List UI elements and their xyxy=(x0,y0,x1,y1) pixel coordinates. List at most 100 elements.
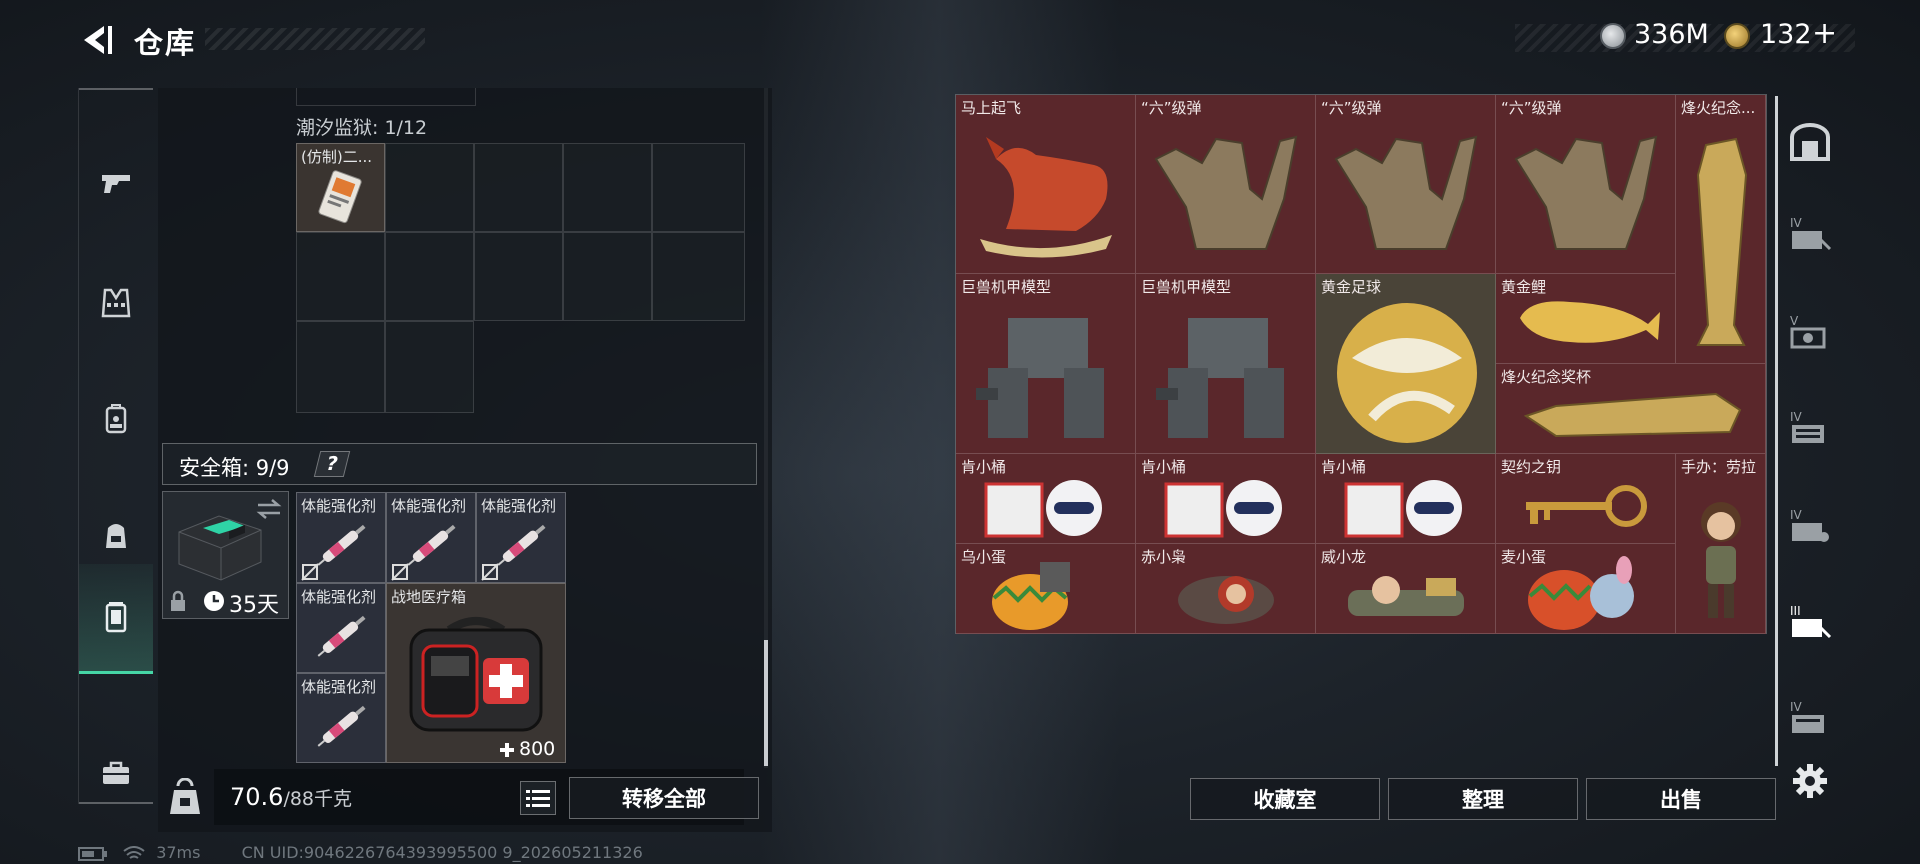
grid-cell[interactable] xyxy=(385,321,474,413)
collection-room-button[interactable]: 收藏室 xyxy=(1190,778,1380,820)
grid-cell[interactable] xyxy=(474,232,563,321)
safe-box-card[interactable]: 35天 xyxy=(162,491,289,619)
collection-item[interactable]: “六”级弹 xyxy=(1316,95,1496,274)
prison-item-card[interactable]: (仿制)二... xyxy=(296,143,385,232)
sidebar-item-armor[interactable] xyxy=(79,248,153,358)
egg-figure-icon xyxy=(992,562,1070,630)
grid-cell[interactable] xyxy=(652,232,745,321)
collection-item[interactable]: 麦小蛋 xyxy=(1496,544,1676,634)
syringe-icon xyxy=(317,615,366,657)
item-name: 手办：劳拉 xyxy=(1681,458,1757,476)
collection-item[interactable]: 巨兽机甲模型 xyxy=(956,274,1136,454)
safe-box-label: 安全箱: 9/9 xyxy=(179,456,290,480)
grid-cell[interactable] xyxy=(385,143,474,232)
title-stripe xyxy=(205,28,425,50)
safe-box-icon xyxy=(105,601,127,632)
syringe-icon xyxy=(317,705,366,747)
item-card[interactable]: 体能强化剂 xyxy=(296,492,386,583)
organize-button[interactable]: 整理 xyxy=(1388,778,1578,820)
grid-cell[interactable] xyxy=(296,321,385,413)
sidebar-item-safe-box[interactable] xyxy=(79,564,153,674)
collection-item[interactable]: 马上起飞 xyxy=(956,95,1136,274)
help-label: ? xyxy=(323,453,341,475)
grid-cell[interactable] xyxy=(474,143,563,232)
tab-vault[interactable] xyxy=(1786,122,1834,162)
tab-level-4-a[interactable]: IV xyxy=(1786,214,1834,254)
tab-level-4-c[interactable]: IV xyxy=(1786,506,1834,546)
collection-item[interactable]: 威小龙 xyxy=(1316,544,1496,634)
sidebar-item-weapons[interactable] xyxy=(79,128,153,238)
swap-icon[interactable] xyxy=(255,498,283,520)
grid-cell[interactable] xyxy=(385,232,474,321)
golden-carp-icon xyxy=(1520,301,1660,343)
sell-button[interactable]: 出售 xyxy=(1586,778,1776,820)
grid-cell[interactable] xyxy=(563,232,652,321)
collection-item[interactable]: 肯小桶 xyxy=(1136,454,1316,544)
clock-icon xyxy=(204,591,224,611)
currency-silver: 336M xyxy=(1634,19,1709,50)
svg-text:IV: IV xyxy=(1790,508,1803,522)
first-aid-kit-icon xyxy=(409,617,543,732)
no-trade-icon xyxy=(391,563,409,581)
container-level-icon: IV xyxy=(1790,216,1832,251)
collection-item[interactable]: 赤小枭 xyxy=(1136,544,1316,634)
sidebar-bottom-line xyxy=(79,802,153,804)
collection-item[interactable]: 契约之钥 xyxy=(1496,454,1676,544)
tab-level-4-d[interactable]: IV xyxy=(1786,698,1834,738)
item-card-medkit[interactable]: 战地医疗箱 800 xyxy=(386,583,566,763)
lara-figure-icon xyxy=(1701,502,1741,618)
inventory-scrollbar-thumb[interactable] xyxy=(764,640,768,766)
back-arrow-icon[interactable] xyxy=(78,20,118,60)
sidebar-item-toolbox[interactable] xyxy=(79,718,153,828)
collection-item[interactable]: 手办：劳拉 xyxy=(1676,454,1766,634)
grid-cell[interactable] xyxy=(296,232,385,321)
wifi-icon xyxy=(123,845,145,859)
item-card[interactable]: 体能强化剂 xyxy=(296,673,386,763)
svg-text:IV: IV xyxy=(1790,216,1803,230)
collection-item[interactable]: 肯小桶 xyxy=(1316,454,1496,544)
transfer-all-button[interactable]: 转移全部 xyxy=(569,777,759,819)
settings-gear-icon[interactable] xyxy=(1792,763,1828,799)
backpack-icon xyxy=(105,404,127,434)
grid-cell[interactable] xyxy=(563,143,652,232)
collection-item[interactable]: “六”级弹 xyxy=(1496,95,1676,274)
safe-box-bar: 安全箱: 9/9 ? xyxy=(162,443,757,485)
vault-icon xyxy=(1790,123,1830,161)
item-card[interactable]: 体能强化剂 xyxy=(476,492,566,583)
grid-cell[interactable] xyxy=(652,143,745,232)
collection-item[interactable]: 黄金足球 xyxy=(1316,274,1496,454)
weight-max: /88千克 xyxy=(283,788,353,810)
tab-level-3[interactable]: III xyxy=(1786,602,1834,642)
mech-model-icon xyxy=(976,318,1104,438)
battery-icon xyxy=(78,846,107,861)
collection-item[interactable]: 肯小桶 xyxy=(956,454,1136,544)
weight-bag-icon xyxy=(170,778,200,814)
golden-ball-icon xyxy=(1337,303,1477,443)
collection-item[interactable]: 乌小蛋 xyxy=(956,544,1136,634)
list-view-button[interactable] xyxy=(520,781,556,815)
collection-item[interactable]: 巨兽机甲模型 xyxy=(1136,274,1316,454)
safe-box-image-icon xyxy=(178,515,262,581)
svg-text:III: III xyxy=(1790,604,1801,618)
tab-level-5[interactable]: V xyxy=(1786,312,1834,352)
collection-item[interactable]: 烽火纪念奖杯 xyxy=(1496,364,1766,454)
item-card[interactable]: 体能强化剂 xyxy=(296,583,386,673)
bucket-figure-icon xyxy=(1164,480,1282,538)
no-trade-icon xyxy=(301,563,319,581)
ping-text: 37ms xyxy=(156,843,201,862)
add-currency-button[interactable]: + xyxy=(1812,16,1837,51)
collection-item[interactable]: 黄金鲤 xyxy=(1496,274,1676,364)
item-name: “六”级弹 xyxy=(1321,99,1382,117)
item-card[interactable]: 体能强化剂 xyxy=(386,492,476,583)
item-name: 契约之钥 xyxy=(1501,458,1562,476)
collection-item[interactable]: 烽火纪念... xyxy=(1676,95,1766,364)
sidebar-item-backpack[interactable] xyxy=(79,364,153,474)
item-name: 马上起飞 xyxy=(961,99,1022,117)
item-name: 巨兽机甲模型 xyxy=(1141,278,1232,296)
help-button[interactable]: ? xyxy=(313,451,351,477)
container-level-icon: IV xyxy=(1790,410,1824,443)
prison-container-label: 潮汐监狱: 1/12 xyxy=(296,117,428,139)
right-sidebar-scroll[interactable] xyxy=(1775,96,1778,766)
collection-item[interactable]: “六”级弹 xyxy=(1136,95,1316,274)
tab-level-4-b[interactable]: IV xyxy=(1786,408,1834,448)
